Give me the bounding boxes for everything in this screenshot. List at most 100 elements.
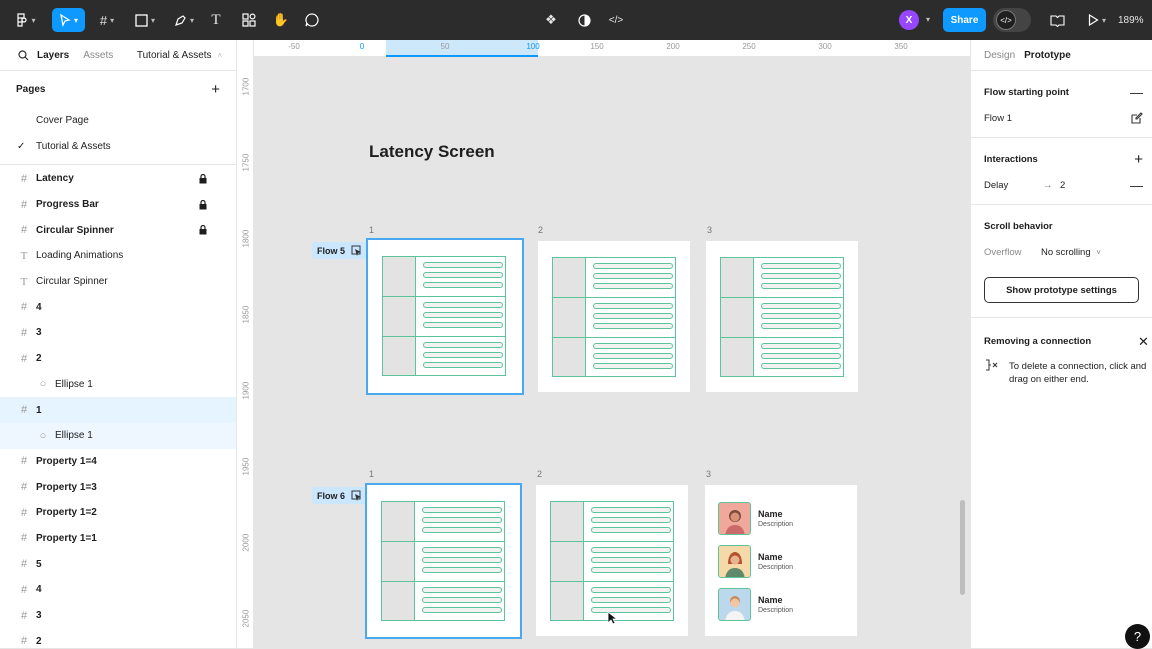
text-line-placeholder: [593, 362, 673, 369]
main-menu-button[interactable]: ▾: [12, 8, 38, 32]
half-circle-icon: [577, 13, 591, 27]
text-line-placeholder: [591, 606, 671, 613]
lock-icon[interactable]: [199, 174, 207, 184]
hand-tool-button[interactable]: ✋: [272, 8, 290, 32]
overflow-select[interactable]: No scrolling ˅: [1041, 247, 1101, 258]
design-canvas[interactable]: -50 0 50 100 150 200 250 300 350 1700 17…: [237, 40, 970, 648]
components-button[interactable]: ❖: [542, 8, 560, 32]
wireframe-frame-4[interactable]: [365, 483, 522, 639]
code-button[interactable]: </>: [606, 8, 626, 32]
text-tool-button[interactable]: T: [207, 8, 225, 32]
layer-item[interactable]: #1: [0, 397, 236, 423]
search-icon[interactable]: [18, 49, 29, 61]
code-icon: </>: [996, 10, 1016, 30]
flow-starting-point-tag[interactable]: Flow 5: [312, 242, 368, 259]
resources-button[interactable]: [240, 8, 258, 32]
layer-item[interactable]: # Property 1=1: [0, 526, 236, 552]
page-item-cover[interactable]: Cover Page: [0, 107, 236, 133]
help-button[interactable]: ?: [1125, 624, 1150, 649]
layer-item[interactable]: ○ Ellipse 1: [0, 372, 236, 398]
shape-tool-button[interactable]: ▾: [131, 8, 159, 32]
layer-item[interactable]: # Progress Bar: [0, 192, 236, 218]
flow-starting-point-tag[interactable]: Flow 6: [312, 487, 368, 504]
layer-item[interactable]: T Circular Spinner: [0, 269, 236, 295]
tab-prototype[interactable]: Prototype: [1024, 50, 1071, 61]
overflow-row: Overflow No scrolling ˅: [971, 239, 1152, 265]
frame-label[interactable]: 2: [537, 469, 542, 479]
content-frame[interactable]: Name Description Name Description Name D…: [705, 485, 857, 636]
layer-item[interactable]: # Circular Spinner: [0, 217, 236, 243]
layer-item[interactable]: # Latency: [0, 166, 236, 192]
contrast-button[interactable]: [575, 8, 593, 32]
tab-assets[interactable]: Assets: [83, 50, 113, 61]
flow-label: Flow 6: [317, 490, 346, 501]
zoom-menu[interactable]: 189%: [1118, 8, 1144, 32]
page-switcher[interactable]: Tutorial & Assets ˄: [137, 50, 222, 61]
frame-label[interactable]: 3: [707, 225, 712, 235]
dev-mode-toggle[interactable]: </>: [993, 8, 1031, 32]
plus-icon[interactable]: +: [1134, 151, 1143, 168]
text-line-placeholder: [593, 273, 673, 279]
flow-start-row[interactable]: Flow 1: [971, 105, 1152, 131]
image-placeholder: [551, 581, 584, 620]
frame-label[interactable]: 1: [369, 469, 374, 479]
text-line-placeholder: [761, 303, 841, 310]
layer-item[interactable]: #4: [0, 577, 236, 603]
layer-label: Ellipse 1: [55, 378, 93, 390]
frame-label[interactable]: 1: [369, 225, 374, 235]
layer-item[interactable]: T Loading Animations: [0, 243, 236, 269]
frame-label[interactable]: 2: [538, 225, 543, 235]
user-avatar[interactable]: X: [899, 10, 919, 30]
move-tool-button[interactable]: ▾: [52, 8, 85, 32]
frame-tool-button[interactable]: # ▾: [93, 8, 121, 32]
text-line-placeholder: [593, 283, 673, 289]
text-line-placeholder: [761, 352, 841, 359]
frame-icon: #: [20, 198, 28, 211]
layer-item[interactable]: # Property 1=2: [0, 500, 236, 526]
pen-tool-button[interactable]: ▾: [170, 8, 198, 32]
wireframe-frame-1[interactable]: [366, 238, 524, 395]
canvas-scrollbar[interactable]: [960, 500, 965, 595]
layer-item[interactable]: # Property 1=4: [0, 449, 236, 475]
layer-item[interactable]: # Property 1=3: [0, 474, 236, 500]
library-button[interactable]: [1048, 8, 1066, 32]
share-button[interactable]: Share: [943, 8, 986, 32]
person-illustration-icon: [725, 596, 745, 620]
layer-item[interactable]: #5: [0, 551, 236, 577]
add-page-icon[interactable]: +: [211, 81, 220, 98]
interaction-row[interactable]: Delay → 2 —: [971, 172, 1152, 198]
layer-item[interactable]: #3: [0, 320, 236, 346]
wireframe-frame-3[interactable]: [706, 241, 858, 392]
ruler-tick: 150: [590, 42, 604, 51]
show-prototype-settings-button[interactable]: Show prototype settings: [984, 277, 1139, 303]
layer-item[interactable]: #3: [0, 603, 236, 629]
text-line-placeholder: [422, 606, 502, 613]
canvas-heading[interactable]: Latency Screen: [369, 142, 495, 162]
profile-card: Name Description: [718, 545, 848, 579]
minus-icon[interactable]: —: [1130, 85, 1143, 100]
wireframe-frame-2[interactable]: [538, 241, 690, 392]
lock-icon[interactable]: [199, 225, 207, 235]
list-wireframe: [382, 256, 506, 376]
layer-item[interactable]: #2: [0, 346, 236, 372]
edit-icon[interactable]: [1131, 112, 1143, 124]
tab-design[interactable]: Design: [984, 50, 1015, 61]
layer-item[interactable]: #2: [0, 628, 236, 648]
lock-icon[interactable]: [199, 199, 207, 210]
pages-title: Pages: [16, 83, 46, 95]
comment-tool-button[interactable]: [303, 8, 321, 32]
resources-icon: [242, 13, 256, 27]
wireframe-row: [383, 296, 505, 336]
chevron-down-icon: ▾: [73, 15, 78, 25]
layer-item[interactable]: #4: [0, 294, 236, 320]
layer-item[interactable]: ○ Ellipse 1: [0, 422, 236, 449]
minus-icon[interactable]: —: [1130, 178, 1143, 193]
chevron-down-icon[interactable]: ▾: [926, 15, 930, 24]
close-icon[interactable]: ✕: [1138, 334, 1149, 350]
page-item-tutorial[interactable]: ✓ Tutorial & Assets: [0, 133, 236, 159]
present-button[interactable]: ▾: [1084, 8, 1110, 32]
wireframe-row: [553, 336, 675, 376]
tab-layers[interactable]: Layers: [37, 50, 69, 61]
layer-label: Property 1=1: [36, 532, 97, 544]
frame-label[interactable]: 3: [706, 469, 711, 479]
